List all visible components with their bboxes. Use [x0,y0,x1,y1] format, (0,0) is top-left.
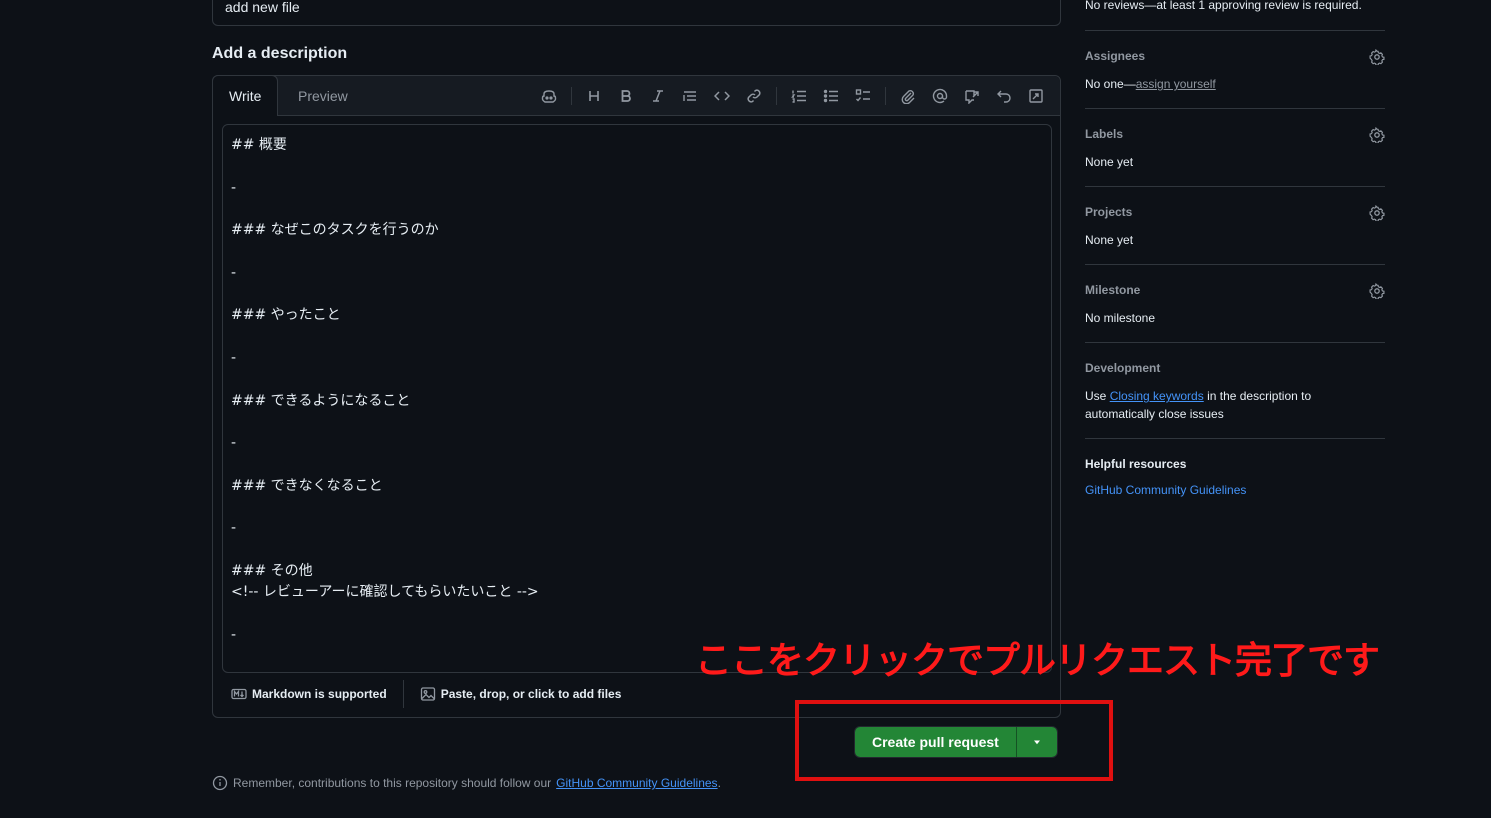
quote-icon[interactable] [674,82,706,110]
development-prefix: Use [1085,389,1110,403]
markdown-icon [231,688,247,700]
text-line: - [231,520,237,537]
text-line [231,604,1043,625]
sidebar-assignees: Assignees No one—assign yourself [1085,30,1385,108]
reviewers-note: No reviews—at least 1 approving review i… [1085,0,1362,12]
gear-icon[interactable] [1369,205,1385,221]
gear-icon[interactable] [1369,283,1385,299]
assignees-value: No one—assign yourself [1085,75,1385,93]
milestone-title[interactable]: Milestone [1085,283,1385,297]
image-icon [420,687,435,701]
create-pr-button-group: Create pull request [854,726,1058,758]
code-icon[interactable] [706,82,738,110]
text-line: - [231,349,237,366]
assignees-title[interactable]: Assignees [1085,49,1385,63]
text-line [231,412,1043,433]
create-pull-request-button[interactable]: Create pull request [855,727,1017,757]
text-line [231,540,1043,561]
text-line: <!-- レビューアーに確認してもらいたいこと --> [231,584,539,601]
text-line: ### やったこと [231,307,341,324]
text-line: ## 概要 [231,137,287,153]
info-icon [212,775,228,791]
undo-icon[interactable] [988,82,1020,110]
bold-icon[interactable] [610,82,642,110]
notice-suffix: . [717,776,721,790]
text-line: ### できなくなること [231,477,383,494]
community-guidelines-link[interactable]: GitHub Community Guidelines [556,776,717,790]
labels-value: None yet [1085,155,1134,169]
labels-title[interactable]: Labels [1085,127,1385,141]
text-line [231,454,1043,475]
annotation-text: ここをクリックでプルリクエスト完了です [695,639,1380,682]
toolbar-divider [776,87,777,105]
sidebar-helpful-resources: Helpful resources GitHub Community Guide… [1085,438,1385,518]
sidebar-labels: Labels None yet [1085,108,1385,186]
text-line: ### できるようになること [231,392,411,409]
tab-write[interactable]: Write [212,75,279,116]
markdown-supported-link[interactable]: Markdown is supported [231,686,387,702]
gear-icon[interactable] [1369,127,1385,143]
editor-header: Write Preview [212,75,1060,116]
gear-icon[interactable] [1369,49,1385,65]
text-line: ### なぜこのタスクを行うのか [231,222,439,239]
markdown-label: Markdown is supported [252,687,387,701]
development-value: Use Closing keywords in the description … [1085,387,1325,423]
attach-files-label: Paste, drop, or click to add files [440,687,622,701]
text-line [231,156,1043,177]
description-textarea[interactable]: ## 概要 - ### なぜこのタスクを行うのか - ### やったこと - #… [222,124,1052,673]
sidebar-milestone: Milestone No milestone [1085,264,1385,342]
toolbar-divider [885,87,886,105]
text-line: - [231,264,237,281]
ordered-list-icon[interactable] [783,82,815,110]
markdown-toolbar [533,76,1052,116]
italic-icon[interactable] [642,82,674,110]
text-line [231,199,1043,220]
text-line [231,369,1043,390]
unordered-list-icon[interactable] [815,82,847,110]
text-line: - [231,435,237,452]
text-line: - [231,179,237,196]
text-line [231,327,1043,348]
toolbar-divider [571,87,572,105]
text-line [231,284,1043,305]
helpful-resources-title: Helpful resources [1085,457,1187,471]
triangle-down-icon [1033,740,1040,745]
pr-create-page: add new file Add a description Write Pre… [0,0,1491,818]
text-line [231,241,1043,262]
description-heading: Add a description [212,45,348,62]
projects-title[interactable]: Projects [1085,205,1385,219]
text-line: ### その他 [231,562,313,579]
milestone-value: No milestone [1085,311,1156,325]
text-line [231,497,1043,518]
reference-icon[interactable] [956,82,988,110]
copilot-icon[interactable] [533,82,565,110]
task-list-icon[interactable] [847,82,879,110]
sidebar-community-guidelines-link[interactable]: GitHub Community Guidelines [1085,483,1385,497]
attach-files-button[interactable]: Paste, drop, or click to add files [420,686,622,702]
link-icon[interactable] [738,82,770,110]
mention-icon[interactable] [924,82,956,110]
sidebar-projects: Projects None yet [1085,186,1385,264]
heading-icon[interactable] [578,82,610,110]
fullscreen-icon[interactable] [1020,82,1052,110]
tab-preview[interactable]: Preview [282,76,364,116]
assignees-none: No one— [1085,77,1136,91]
notice-text: Remember, contributions to this reposito… [233,776,552,790]
sidebar-development: Development Use Closing keywords in the … [1085,342,1385,438]
title-input[interactable]: add new file [212,0,1061,26]
attach-icon[interactable] [892,82,924,110]
contribution-notice: Remember, contributions to this reposito… [212,775,721,791]
create-options-dropdown[interactable] [1016,727,1057,757]
assign-yourself-link[interactable]: assign yourself [1136,77,1216,91]
projects-value: None yet [1085,233,1134,247]
development-title: Development [1085,361,1161,375]
closing-keywords-link[interactable]: Closing keywords [1110,389,1204,403]
footer-divider [402,680,404,708]
description-editor: Write Preview ## 概要 - ### なぜこのタスクを行うのか -… [212,75,1061,718]
